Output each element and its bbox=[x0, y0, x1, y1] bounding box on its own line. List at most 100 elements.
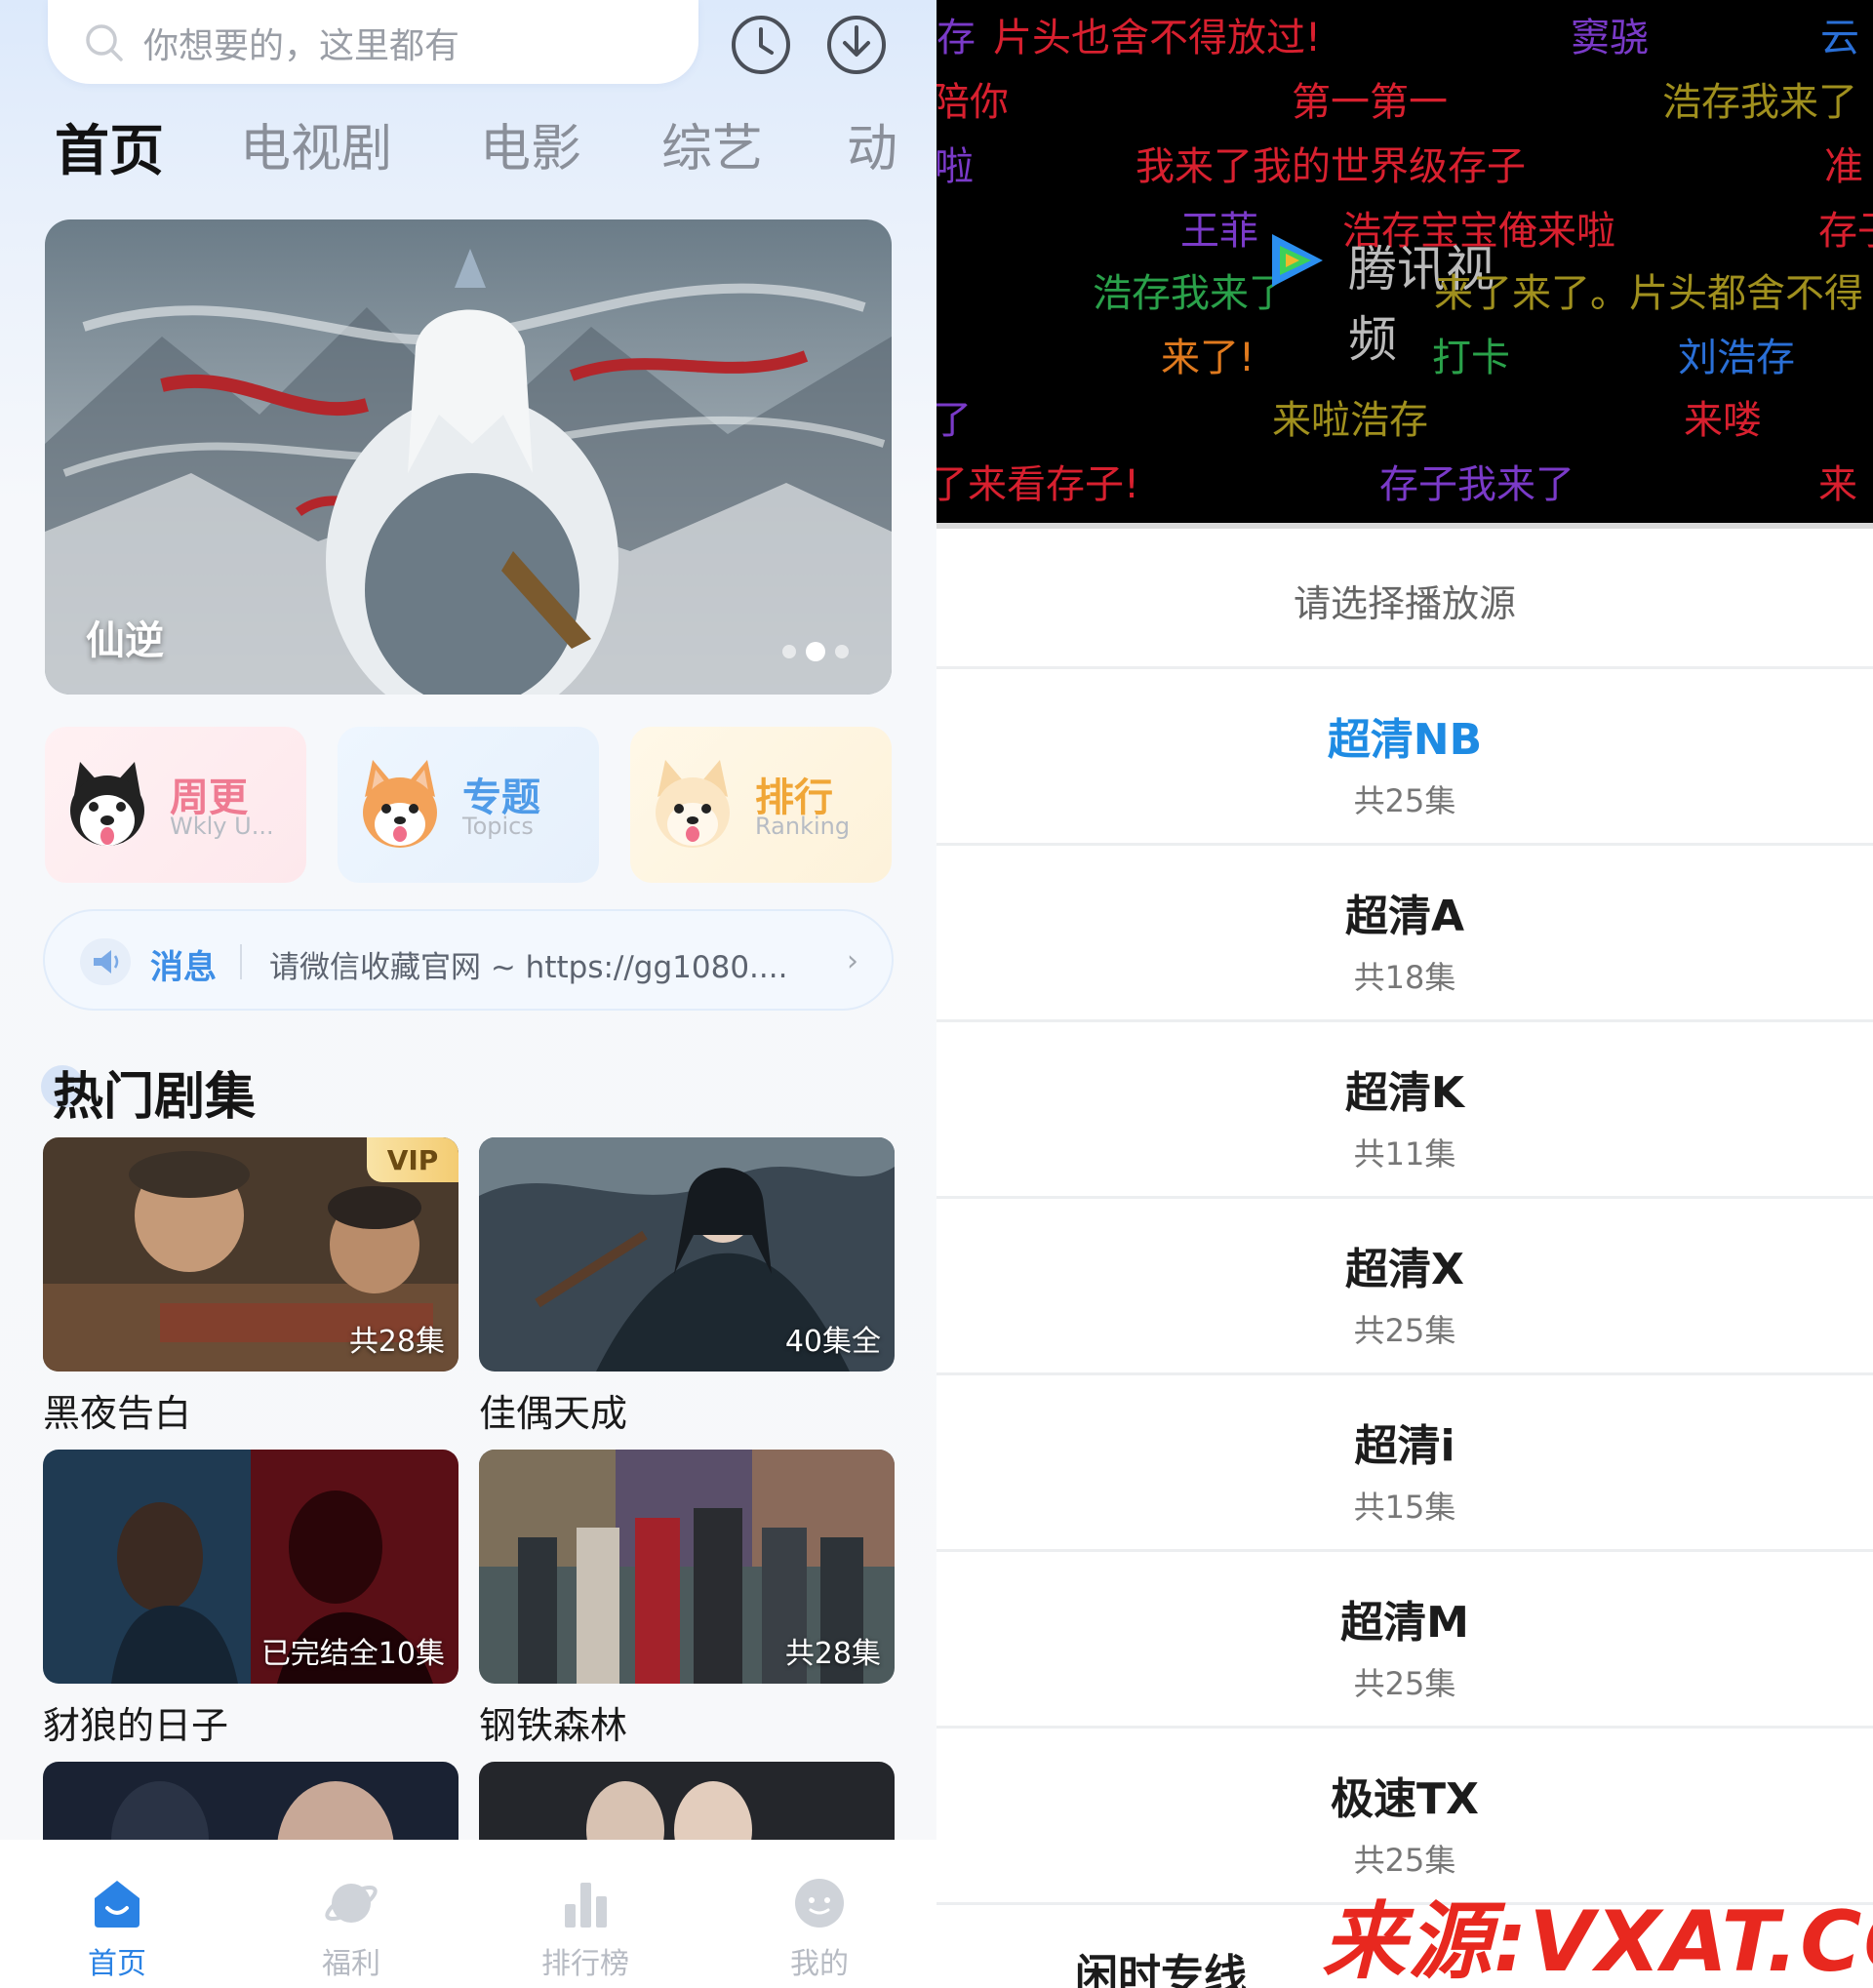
episode-badge: 40集全 bbox=[784, 1325, 881, 1359]
nav-ranking-label: 排行榜 bbox=[541, 1947, 629, 1981]
corgi-icon bbox=[363, 760, 437, 848]
danmaku-comment: 陪你 bbox=[936, 80, 1009, 125]
ranking-card[interactable]: 排行 Ranking bbox=[630, 727, 892, 883]
play-logo-icon bbox=[1272, 234, 1323, 287]
tab-tv-series[interactable]: 电视剧 bbox=[240, 107, 392, 180]
danmaku-comment: 第一第一 bbox=[1292, 80, 1448, 125]
episode-count: 共11集 bbox=[1353, 1135, 1456, 1173]
hero-banner[interactable]: 仙逆 bbox=[45, 219, 892, 695]
drama-title: 佳偶天成 bbox=[479, 1392, 628, 1435]
chevron-right-icon[interactable]: › bbox=[847, 944, 858, 978]
danmaku-comment: 云 bbox=[1820, 16, 1859, 60]
section-title: 热门剧集 bbox=[53, 1068, 257, 1127]
danmaku-comment: 存 bbox=[936, 16, 976, 60]
tab-movies[interactable]: 电影 bbox=[480, 107, 581, 180]
source-option[interactable]: 超清X 共25集 bbox=[936, 1196, 1873, 1372]
nav-welfare[interactable]: 福利 bbox=[293, 1875, 410, 1982]
planet-icon bbox=[325, 1884, 378, 1923]
source-option[interactable]: 超清NB 共25集 bbox=[936, 666, 1873, 843]
notice-divider bbox=[240, 944, 242, 979]
episode-count: 共25集 bbox=[1353, 782, 1456, 819]
danmaku-comment: 来 bbox=[1818, 462, 1857, 507]
source-picker-title: 请选择播放源 bbox=[1293, 582, 1516, 625]
source-option[interactable]: 超清M 共25集 bbox=[936, 1549, 1873, 1726]
source-name: 极速TX bbox=[1331, 1774, 1479, 1824]
player-screen: 存 片头也舍不得放过! 窦骁 云 陪你 第一第一 浩存我来了 啦 我来了我的世界… bbox=[936, 0, 1873, 1988]
danmaku-comment: 存子 bbox=[1818, 209, 1873, 254]
danmaku-comment: 窦骁 bbox=[1571, 16, 1649, 60]
danmaku-comment: 存子我来了 bbox=[1379, 462, 1574, 507]
danmaku-comment: 片头也舍不得放过! bbox=[993, 16, 1322, 60]
weekly-update-card[interactable]: 周更 Wkly U... bbox=[45, 727, 306, 883]
home-screen: 你想要的，这里都有 首页 电视剧 电影 综艺 动 仙逆 周更 Wkly U...… bbox=[0, 0, 936, 1988]
drama-title: 钢铁森林 bbox=[479, 1704, 628, 1747]
search-bar[interactable]: 你想要的，这里都有 bbox=[48, 0, 698, 84]
source-name: 超清X bbox=[1345, 1245, 1464, 1294]
danmaku-comment: 打卡 bbox=[1432, 336, 1510, 380]
danmaku-comment: 啦 bbox=[936, 144, 974, 189]
danmaku-comment: 浩存我来了 bbox=[1662, 80, 1857, 125]
danmaku-comment: 来了! bbox=[1161, 336, 1255, 380]
pagination-dot[interactable] bbox=[782, 645, 796, 658]
danmaku-comment: 刘浩存 bbox=[1678, 336, 1795, 380]
drama-thumbnail: 共28集 bbox=[479, 1450, 895, 1684]
episode-count: 共25集 bbox=[1353, 1665, 1456, 1702]
source-name: 超清M bbox=[1340, 1598, 1469, 1648]
shiba-icon bbox=[656, 760, 730, 848]
nav-home[interactable]: 首页 bbox=[59, 1875, 176, 1982]
danmaku-comment: 我来了我的世界级存子 bbox=[1136, 144, 1526, 189]
notice-text: 请微信收藏官网 ~ https://gg1080.... bbox=[269, 950, 788, 985]
danmaku-comment: 来啦浩存 bbox=[1272, 398, 1428, 443]
banner-image bbox=[45, 219, 892, 695]
danmaku-comment: 王菲 bbox=[1180, 209, 1258, 254]
pagination-dot-active[interactable] bbox=[806, 642, 825, 661]
episode-count: 共25集 bbox=[1353, 1312, 1456, 1349]
tab-variety[interactable]: 综艺 bbox=[661, 107, 763, 180]
episode-count: 共15集 bbox=[1353, 1489, 1456, 1526]
banner-pagination bbox=[782, 642, 849, 661]
source-name: 超清NB bbox=[1327, 715, 1483, 765]
nav-profile[interactable]: 我的 bbox=[761, 1875, 878, 1982]
source-option[interactable]: 超清i 共15集 bbox=[936, 1372, 1873, 1549]
source-option[interactable]: 超清K 共11集 bbox=[936, 1019, 1873, 1196]
drama-title: 豺狼的日子 bbox=[43, 1704, 229, 1747]
category-tabs: 首页 电视剧 电影 综艺 动 bbox=[0, 107, 936, 185]
profile-icon bbox=[795, 1879, 844, 1928]
source-name: 超清K bbox=[1344, 1068, 1465, 1118]
tab-home[interactable]: 首页 bbox=[55, 107, 164, 186]
search-icon bbox=[86, 24, 123, 61]
drama-thumbnail: VIP 共28集 bbox=[43, 1137, 458, 1372]
danmaku-comment: 了来看存子! bbox=[936, 462, 1140, 507]
source-watermark: 来源:VXAT.COM bbox=[1322, 1893, 1873, 1988]
drama-card[interactable]: VIP 共28集 黑夜告白 bbox=[43, 1137, 458, 1437]
pagination-dot[interactable] bbox=[835, 645, 849, 658]
drama-card[interactable]: 40集全 佳偶天成 bbox=[479, 1137, 895, 1437]
husky-icon bbox=[70, 762, 144, 846]
bottom-navigation: 首页 福利 排行榜 我的 bbox=[0, 1840, 936, 1988]
drama-card[interactable]: 已完结全10集 豺狼的日子 bbox=[43, 1450, 458, 1749]
video-player[interactable]: 存 片头也舍不得放过! 窦骁 云 陪你 第一第一 浩存我来了 啦 我来了我的世界… bbox=[936, 0, 1873, 527]
source-list: 超清NB 共25集 超清A 共18集 超清K 共11集 超清X 共25集 超清i… bbox=[936, 666, 1873, 1988]
weekly-update-subtitle: Wkly U... bbox=[170, 813, 274, 840]
danmaku-comment: 了 bbox=[936, 398, 972, 443]
download-icon[interactable] bbox=[823, 12, 890, 78]
drama-thumbnail: 40集全 bbox=[479, 1137, 895, 1372]
ranking-subtitle: Ranking bbox=[755, 813, 851, 840]
history-icon[interactable] bbox=[728, 12, 794, 78]
tab-anime[interactable]: 动 bbox=[847, 107, 897, 180]
drama-title: 黑夜告白 bbox=[43, 1392, 192, 1435]
drama-card[interactable]: 共28集 钢铁森林 bbox=[479, 1450, 895, 1749]
danmaku-comment: 来喽 bbox=[1684, 398, 1762, 443]
nav-welfare-label: 福利 bbox=[322, 1947, 380, 1981]
banner-title: 仙逆 bbox=[86, 618, 164, 663]
nav-ranking[interactable]: 排行榜 bbox=[527, 1875, 644, 1982]
player-divider bbox=[936, 523, 1873, 529]
source-option[interactable]: 超清A 共18集 bbox=[936, 843, 1873, 1019]
danmaku-comment: 准 bbox=[1824, 144, 1863, 189]
notice-bar[interactable]: 消息 请微信收藏官网 ~ https://gg1080.... › bbox=[43, 909, 894, 1011]
episode-badge: 已完结全10集 bbox=[260, 1637, 445, 1671]
search-placeholder: 你想要的，这里都有 bbox=[143, 26, 460, 66]
vip-badge: VIP bbox=[367, 1137, 458, 1182]
megaphone-icon bbox=[80, 938, 131, 985]
topics-card[interactable]: 专题 Topics bbox=[338, 727, 599, 883]
